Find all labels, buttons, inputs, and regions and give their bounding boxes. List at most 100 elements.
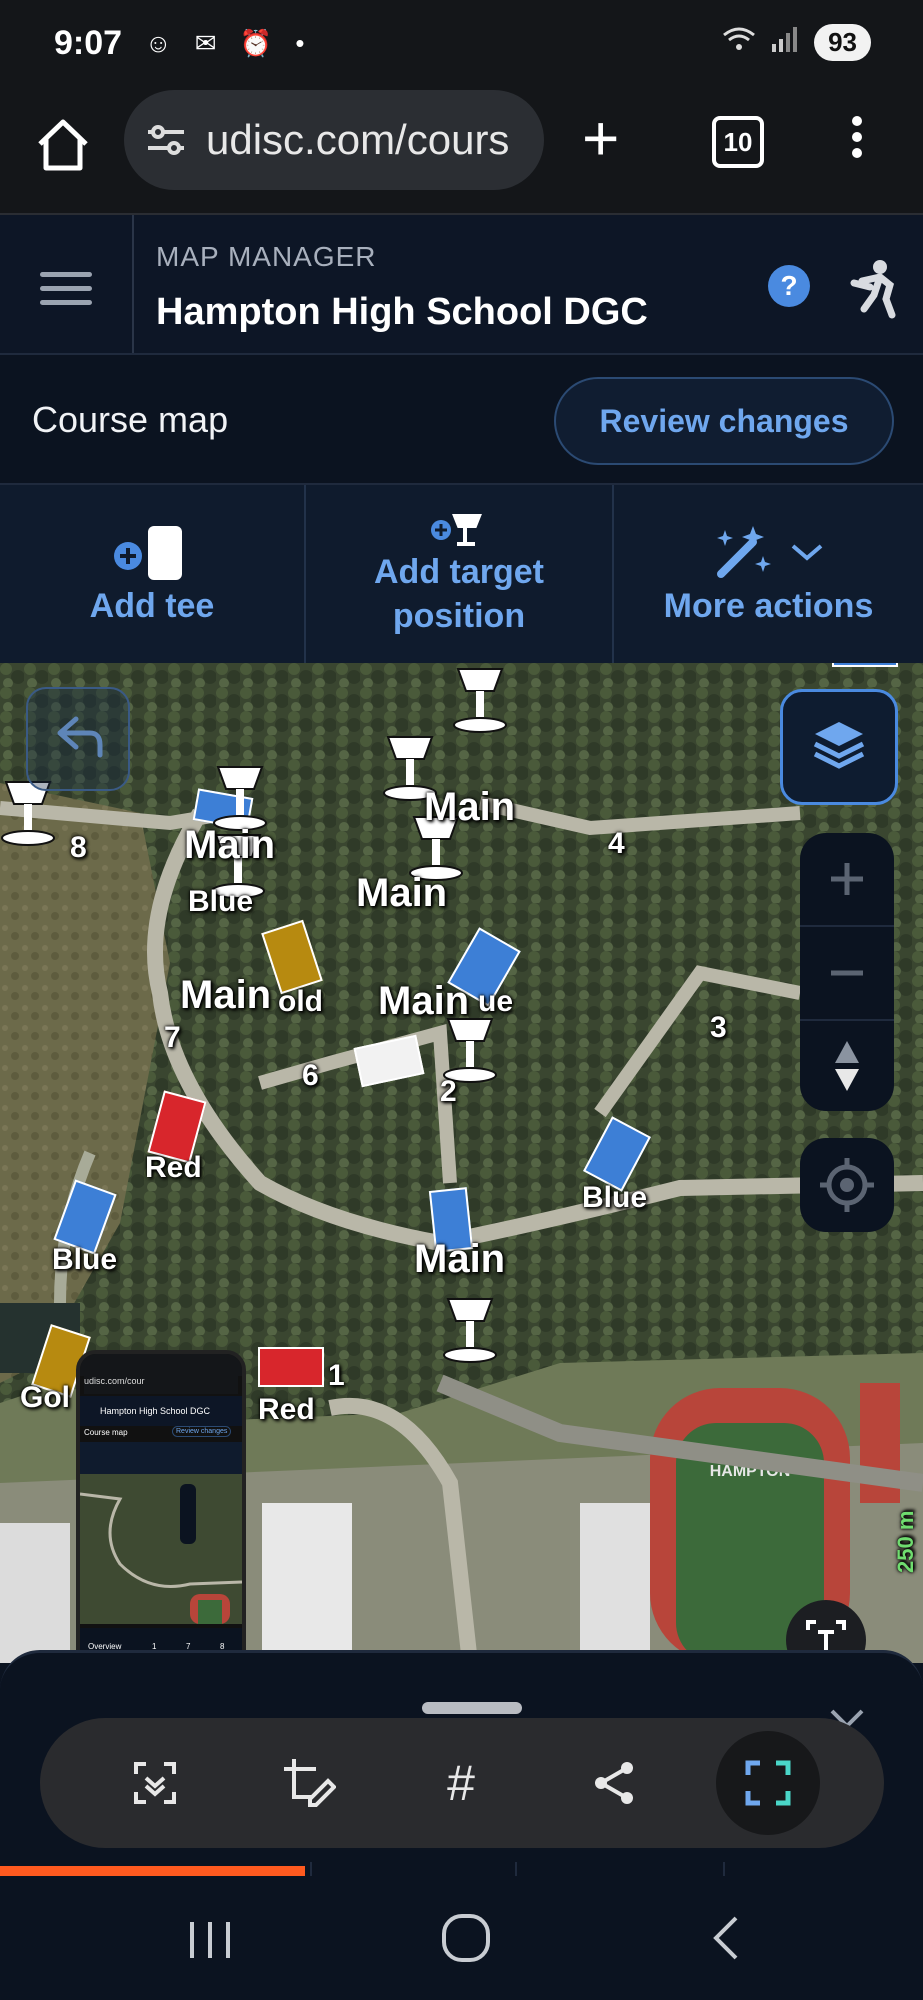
browser-toolbar: udisc.com/cours + 10 <box>0 88 923 215</box>
mini-map <box>80 1474 242 1624</box>
tee-label: Blue <box>582 1181 648 1214</box>
tee-label: Gol <box>20 1381 70 1414</box>
new-tab-icon[interactable]: + <box>582 106 619 170</box>
progress-divider <box>310 1862 312 1876</box>
tee-label: Red <box>258 1393 315 1426</box>
basket-icon[interactable] <box>442 1295 498 1365</box>
progress-fill <box>0 1866 305 1876</box>
menu-icon[interactable] <box>40 263 92 314</box>
signal-icon <box>770 26 800 59</box>
alarm-icon: ⏰ <box>239 28 281 58</box>
magic-wand-icon <box>716 526 771 578</box>
app-header: MAP MANAGER Hampton High School DGC ? <box>0 215 923 355</box>
target-icon <box>820 1158 874 1212</box>
tee-label: Red <box>145 1151 202 1184</box>
add-tee-button[interactable]: Add tee <box>0 485 304 663</box>
status-icons-left: ☺ ✉ ⏰ • <box>145 28 313 59</box>
mini-status <box>80 1354 242 1376</box>
target-label: Main <box>414 1237 506 1281</box>
undo-button[interactable] <box>26 687 130 791</box>
tabs-icon[interactable]: 10 <box>712 116 764 168</box>
home-icon[interactable] <box>32 114 94 176</box>
chevron-down-icon <box>791 544 822 561</box>
share-icon[interactable] <box>574 1743 654 1823</box>
hole-number: 4 <box>608 827 625 860</box>
tee-red[interactable] <box>258 1347 324 1387</box>
more-actions-button[interactable]: More actions <box>614 485 923 663</box>
progress-divider <box>515 1862 517 1876</box>
header-eyebrow: MAP MANAGER <box>156 241 377 272</box>
hole-number: 7 <box>164 1021 181 1054</box>
progress-bar <box>0 1862 923 1876</box>
status-icons-right: 93 <box>722 24 871 61</box>
scale-text: 250 m <box>893 1510 918 1573</box>
user-avatar-icon[interactable] <box>846 259 902 319</box>
tee-label: Blue <box>188 885 254 918</box>
add-tee-label: Add tee <box>89 587 215 625</box>
hole-number: 3 <box>710 1011 727 1044</box>
layers-icon <box>813 722 865 769</box>
target-label: Main <box>184 823 276 867</box>
screenshot-thumbnail[interactable]: udisc.com/cour Hampton High School DGC C… <box>76 1350 246 1700</box>
course-title: Hampton High School DGC <box>156 291 648 333</box>
status-bar: 9:07 ☺ ✉ ⏰ • 93 <box>0 0 923 88</box>
basket-icon[interactable] <box>452 665 508 735</box>
target-label: Main <box>180 973 272 1017</box>
edit-crop-icon[interactable] <box>268 1743 348 1823</box>
progress-divider <box>723 1862 725 1876</box>
url-text: udisc.com/cours <box>206 116 510 163</box>
target-label: Main <box>378 979 470 1023</box>
mini-review: Review changes <box>172 1426 232 1437</box>
add-target-button[interactable]: Add target position <box>306 485 612 663</box>
tee-label: Blue <box>52 1243 118 1276</box>
recents-icon[interactable] <box>180 1910 240 1970</box>
dot-icon: • <box>295 28 313 58</box>
help-icon[interactable]: ? <box>768 265 810 307</box>
review-changes-button[interactable]: Review changes <box>554 377 894 465</box>
mini-title: Hampton High School DGC <box>80 1396 242 1426</box>
home-nav-icon[interactable] <box>434 1906 498 1970</box>
tee-label: ue <box>478 985 514 1018</box>
notification-icon: ☺ <box>145 28 180 58</box>
wifi-icon <box>722 26 756 59</box>
course-map-title: Course map <box>32 399 229 440</box>
course-map-bar: Course map Review changes <box>0 355 923 485</box>
mini-course-map: Course map <box>84 1428 128 1437</box>
add-target-label-2: position <box>392 597 526 635</box>
address-bar[interactable]: udisc.com/cours <box>124 90 544 190</box>
scan-icon[interactable] <box>115 1743 195 1823</box>
zoom-in-icon[interactable] <box>800 833 894 925</box>
locate-button[interactable] <box>800 1138 894 1232</box>
add-tee-icon <box>114 526 182 580</box>
system-nav-bar <box>0 1880 923 2000</box>
tee-label: old <box>278 985 323 1018</box>
hole-number: 1 <box>328 1359 345 1392</box>
screenshot-toolbar: # <box>40 1718 884 1848</box>
status-time: 9:07 <box>54 24 123 62</box>
add-target-icon <box>431 514 482 546</box>
hole-number: 8 <box>70 831 87 864</box>
tee-blue[interactable] <box>832 663 898 667</box>
hole-number: 6 <box>302 1059 319 1092</box>
header-divider <box>132 215 134 353</box>
battery-icon: 93 <box>814 24 871 61</box>
back-icon[interactable] <box>700 1910 756 1966</box>
more-icon[interactable] <box>852 110 864 164</box>
target-label: Main <box>424 785 516 829</box>
site-settings-icon[interactable] <box>144 118 188 162</box>
zoom-out-icon[interactable] <box>800 927 894 1019</box>
add-target-label-1: Add target <box>374 553 544 591</box>
more-actions-label: More actions <box>663 587 874 625</box>
actions-bar: Add tee Add target position More actions <box>0 485 923 663</box>
layers-button[interactable] <box>780 689 898 805</box>
hole-number: 2 <box>440 1075 457 1108</box>
mini-actions <box>80 1442 242 1474</box>
hashtag-icon[interactable]: # <box>421 1743 501 1823</box>
sheet-handle[interactable] <box>422 1702 522 1714</box>
mail-icon: ✉ <box>194 28 225 58</box>
undo-icon <box>57 716 103 758</box>
target-label: Main <box>356 871 448 915</box>
capture-icon[interactable] <box>716 1731 820 1835</box>
compass-icon[interactable] <box>800 1021 894 1111</box>
zoom-controls <box>800 833 894 1111</box>
